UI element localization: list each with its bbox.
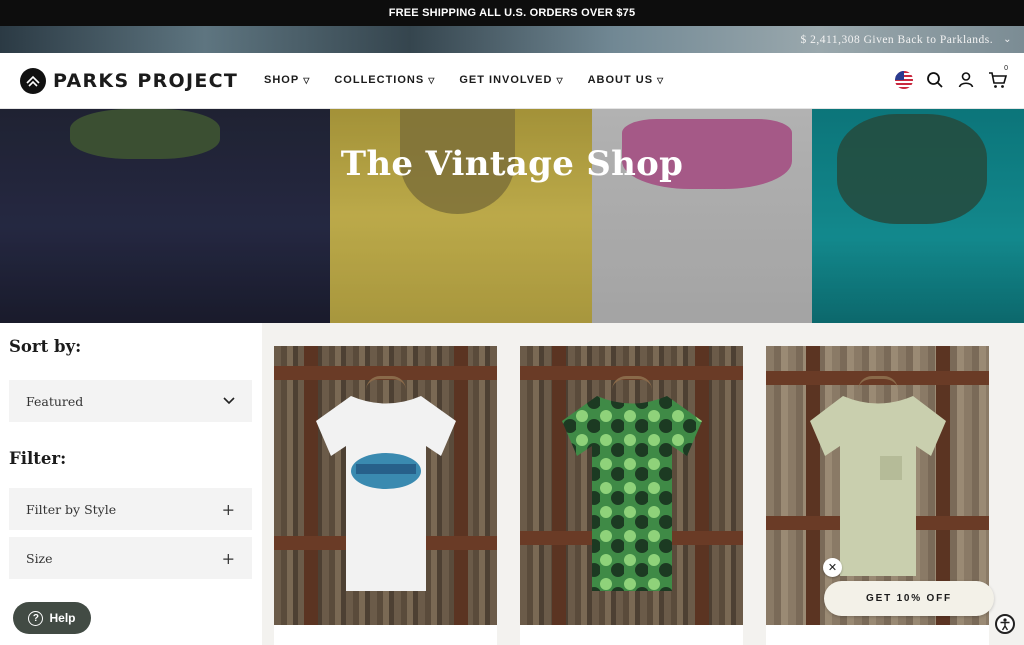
- nav-label: GET INVOLVED: [459, 74, 553, 86]
- logo[interactable]: PARKS PROJECT: [20, 67, 239, 94]
- chevron-down-icon: ▽: [556, 75, 564, 85]
- filter-size[interactable]: Size +: [9, 537, 252, 579]
- nav-get-involved[interactable]: GET INVOLVED ▽: [459, 74, 563, 86]
- search-icon[interactable]: [926, 71, 944, 89]
- chevron-down-icon: ▽: [657, 75, 665, 85]
- page-title: The Vintage Shop: [340, 144, 684, 184]
- impact-text: $ 2,411,308 Given Back to Parklands.: [800, 33, 994, 46]
- product-image[interactable]: [274, 346, 497, 625]
- hero-shirt-grey: [592, 109, 812, 323]
- plus-icon: +: [221, 499, 235, 519]
- us-flag-icon[interactable]: [895, 71, 913, 89]
- hero-shirt-yellow: [330, 109, 592, 323]
- promo-bar: FREE SHIPPING ALL U.S. ORDERS OVER $75: [0, 0, 1024, 26]
- hero-banner: The Vintage Shop: [0, 109, 1024, 323]
- main-nav: SHOP ▽ COLLECTIONS ▽ GET INVOLVED ▽ ABOUT U…: [264, 74, 664, 86]
- tshirt-icon: [315, 396, 456, 591]
- filter-label: Size: [26, 550, 53, 566]
- sort-value: Featured: [26, 393, 84, 409]
- nav-about-us[interactable]: ABOUT US ▽: [588, 74, 665, 86]
- logo-text: PARKS PROJECT: [53, 69, 239, 92]
- help-label: Help: [49, 611, 76, 625]
- filter-style[interactable]: Filter by Style +: [9, 488, 252, 530]
- sidebar: Sort by: Featured Filter: Filter by Styl…: [0, 323, 262, 645]
- nav-label: COLLECTIONS: [334, 74, 425, 86]
- site-header: PARKS PROJECT SHOP ▽ COLLECTIONS ▽ GET INV…: [0, 53, 1024, 109]
- tshirt-icon: [809, 396, 946, 576]
- sort-select[interactable]: Featured: [9, 380, 252, 422]
- product-image[interactable]: [520, 346, 743, 625]
- nav-label: ABOUT US: [587, 74, 654, 86]
- nav-label: SHOP: [264, 74, 300, 86]
- promo-text: FREE SHIPPING ALL U.S. ORDERS OVER $75: [388, 7, 636, 19]
- help-icon: ?: [28, 610, 44, 626]
- product-card[interactable]: [520, 346, 743, 645]
- hero-shirt-teal: [812, 109, 1024, 323]
- filter-heading: Filter:: [9, 449, 67, 468]
- nav-shop[interactable]: SHOP ▽: [264, 74, 310, 86]
- account-icon[interactable]: [957, 71, 975, 89]
- plus-icon: +: [221, 548, 235, 568]
- logo-mark-icon: [20, 67, 46, 94]
- discount-label: GET 10% OFF: [866, 593, 952, 604]
- chevron-down-icon: ▽: [428, 75, 436, 85]
- product-card[interactable]: [274, 346, 497, 645]
- discount-button[interactable]: GET 10% OFF: [824, 581, 994, 616]
- filter-label: Filter by Style: [26, 501, 117, 517]
- close-icon[interactable]: ✕: [823, 558, 842, 577]
- nav-collections[interactable]: COLLECTIONS ▽: [334, 74, 435, 86]
- chevron-down-icon[interactable]: ⌄: [1003, 34, 1012, 45]
- chevron-down-icon: ▽: [303, 75, 311, 85]
- impact-bar[interactable]: $ 2,411,308 Given Back to Parklands. ⌄: [0, 26, 1024, 53]
- accessibility-icon[interactable]: [995, 614, 1015, 634]
- sort-heading: Sort by:: [9, 337, 82, 356]
- hero-shirt-navy: [0, 109, 330, 323]
- header-actions: 0: [895, 65, 1008, 89]
- cart-count: 0: [1004, 65, 1008, 72]
- chevron-down-icon: [223, 397, 235, 405]
- tshirt-icon: [561, 396, 702, 591]
- cart-icon[interactable]: 0: [988, 65, 1008, 89]
- help-button[interactable]: ? Help: [13, 602, 91, 634]
